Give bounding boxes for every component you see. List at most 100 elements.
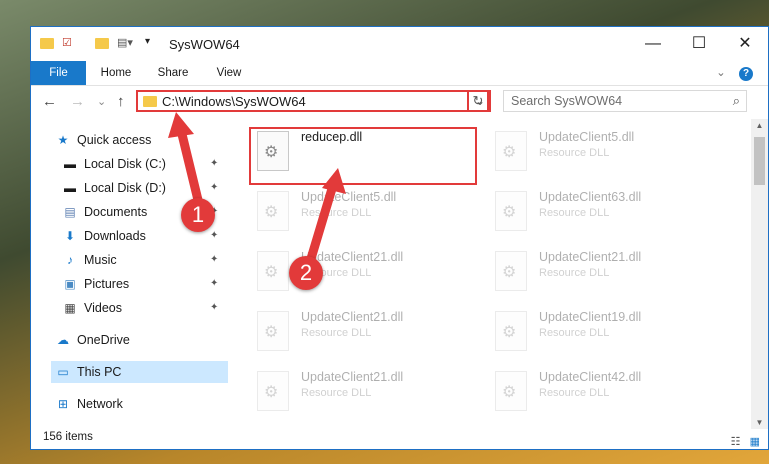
folder-icon: [40, 38, 54, 49]
scroll-up-icon[interactable]: ▲: [751, 121, 768, 130]
sidebar-item-this-pc[interactable]: ▭ This PC: [51, 361, 228, 383]
computer-icon: ▭: [57, 365, 69, 379]
properties-icon[interactable]: ☑: [62, 36, 72, 52]
sidebar-item-documents[interactable]: ▤Documents ✦: [62, 201, 218, 223]
customize-toolbar-icon[interactable]: ▾: [145, 36, 150, 52]
file-type: Resource DLL: [539, 147, 610, 159]
minimize-button[interactable]: —: [630, 27, 676, 61]
file-item[interactable]: UpdateClient21.dll Resource DLL: [251, 367, 481, 423]
close-button[interactable]: ✕: [722, 27, 768, 61]
sidebar-item-local-disk-c[interactable]: ▬ Local Disk (C:) ✦: [62, 153, 218, 175]
details-view-icon[interactable]: ☷: [731, 436, 741, 448]
refresh-button[interactable]: ↻: [467, 90, 489, 112]
sidebar-item-label: Network: [77, 397, 123, 411]
dll-file-icon: [495, 371, 527, 411]
up-button[interactable]: ↑: [117, 93, 125, 110]
dll-file-icon: [495, 251, 527, 291]
file-type: Resource DLL: [301, 207, 372, 219]
file-type: Resource DLL: [539, 267, 610, 279]
sidebar-item-label: Videos: [84, 301, 122, 315]
file-item[interactable]: UpdateClient5.dll Resource DLL: [489, 127, 719, 183]
pin-icon: ✦: [210, 230, 219, 241]
view-buttons: ☷ ▦: [731, 430, 760, 449]
tab-home[interactable]: Home: [93, 61, 139, 85]
star-icon: ★: [57, 133, 69, 147]
cloud-icon: ☁: [57, 333, 69, 347]
address-row: ← → ⌄ ↑ C:\Windows\SysWOW64 ⌄ ↻ Search S…: [31, 85, 768, 119]
sidebar-item-music[interactable]: ♪ Music ✦: [62, 249, 218, 271]
scrollbar-thumb[interactable]: [754, 137, 765, 185]
videos-icon: ▦: [64, 301, 76, 315]
dll-file-icon: [495, 191, 527, 231]
file-highlight-box: [249, 127, 477, 185]
file-item[interactable]: UpdateClient63.dll Resource DLL: [489, 187, 719, 243]
file-name: UpdateClient21.dll: [301, 370, 404, 384]
file-name: UpdateClient5.dll: [539, 130, 635, 144]
navigation-pane: ★ Quick access ▬ Local Disk (C:) ✦ ▬ Local …: [31, 119, 228, 419]
file-name: UpdateClient42.dll: [539, 370, 642, 384]
file-item[interactable]: UpdateClient5.dll Resource DLL: [251, 187, 481, 243]
music-icon: ♪: [67, 253, 73, 267]
dll-file-icon: [257, 251, 289, 291]
sidebar-item-pictures[interactable]: ▣ Pictures ✦: [62, 273, 218, 295]
folder-icon: [143, 96, 157, 107]
pin-icon: ✦: [210, 158, 219, 169]
file-name: UpdateClient21.dll: [539, 250, 642, 264]
pictures-icon: ▣: [64, 277, 76, 291]
drive-icon: ▬: [64, 157, 76, 171]
file-name: UpdateClient19.dll: [539, 310, 642, 324]
sidebar-item-label: Local Disk (D:): [84, 181, 166, 195]
sidebar-item-label: This PC: [77, 365, 122, 379]
new-folder-icon[interactable]: [95, 38, 109, 49]
address-bar[interactable]: C:\Windows\SysWOW64 ⌄: [136, 90, 491, 112]
file-item[interactable]: UpdateClient21.dll Resource DLL: [251, 247, 481, 303]
dll-file-icon: [257, 311, 289, 351]
tab-share[interactable]: Share: [151, 61, 195, 85]
sidebar-item-label: Downloads: [84, 229, 146, 243]
back-button[interactable]: ←: [42, 93, 57, 110]
help-icon[interactable]: ?: [737, 61, 755, 85]
file-item[interactable]: UpdateClient21.dll Resource DLL: [489, 247, 719, 303]
quick-access-toolbar-icon[interactable]: ▤▾: [117, 36, 133, 52]
dll-file-icon: [257, 191, 289, 231]
pin-icon: ✦: [210, 254, 219, 265]
sidebar-item-local-disk-d[interactable]: ▬ Local Disk (D:) ✦: [62, 177, 218, 199]
explorer-window: ☑ ▤▾ ▾ SysWOW64 — ☐ ✕ File Home Share Vi…: [30, 26, 769, 450]
maximize-button[interactable]: ☐: [676, 27, 722, 61]
sidebar-item-onedrive[interactable]: ☁ OneDrive: [55, 329, 130, 351]
file-name: UpdateClient63.dll: [539, 190, 642, 204]
pin-icon: ✦: [210, 278, 219, 289]
file-type: Resource DLL: [301, 387, 372, 399]
sidebar-item-label: Pictures: [84, 277, 130, 291]
search-placeholder: Search SysWOW64: [511, 94, 623, 108]
recent-locations-button[interactable]: ⌄: [97, 95, 106, 108]
tiles-view-icon[interactable]: ▦: [750, 436, 760, 448]
file-item[interactable]: UpdateClient19.dll Resource DLL: [489, 307, 719, 363]
sidebar-item-quick-access[interactable]: ★ Quick access: [55, 129, 152, 151]
file-type: Resource DLL: [301, 327, 372, 339]
file-item[interactable]: UpdateClient42.dll Resource DLL: [489, 367, 719, 423]
tab-view[interactable]: View: [207, 61, 251, 85]
vertical-scrollbar[interactable]: ▲ ▼: [751, 119, 768, 429]
sidebar-item-videos[interactable]: ▦ Videos ✦: [62, 297, 218, 319]
search-icon: ⌕: [732, 93, 740, 108]
sidebar-item-label: Documents: [84, 205, 148, 219]
tab-file[interactable]: File: [31, 61, 86, 85]
file-name: UpdateClient5.dll: [301, 190, 397, 204]
pin-icon: ✦: [210, 182, 219, 193]
documents-icon: ▤: [64, 205, 76, 219]
file-item[interactable]: UpdateClient21.dll Resource DLL: [251, 307, 481, 363]
search-input[interactable]: Search SysWOW64 ⌕: [503, 90, 747, 112]
sidebar-item-label: Quick access: [77, 133, 152, 147]
title-bar: ☑ ▤▾ ▾ SysWOW64 — ☐ ✕: [31, 27, 768, 61]
file-type: Resource DLL: [539, 387, 610, 399]
sidebar-item-network[interactable]: ⊞ Network: [55, 393, 123, 415]
address-path: C:\Windows\SysWOW64: [162, 94, 306, 109]
downloads-icon: ⬇: [64, 229, 76, 243]
annotation-badge-1: 1: [181, 198, 215, 232]
dll-file-icon: [495, 131, 527, 171]
sidebar-item-downloads[interactable]: ⬇ Downloads ✦: [62, 225, 218, 247]
expand-ribbon-icon[interactable]: ⌄: [713, 61, 729, 85]
sidebar-item-label: Local Disk (C:): [84, 157, 166, 171]
forward-button[interactable]: →: [70, 93, 85, 110]
